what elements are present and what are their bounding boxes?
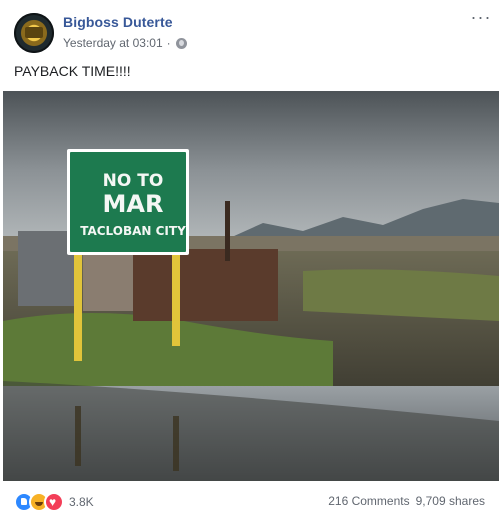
comment-share-counts: 216 Comments 9,709 shares	[328, 494, 485, 508]
reaction-count[interactable]: 3.8K	[69, 495, 94, 509]
comments-count[interactable]: 216 Comments	[328, 494, 409, 508]
post-text: PAYBACK TIME!!!!	[14, 63, 131, 79]
reaction-summary[interactable]: 3.8K	[14, 492, 94, 512]
post-footer: 3.8K 216 Comments 9,709 shares	[0, 481, 499, 517]
facebook-post: Bigboss Duterte Yesterday at 03:01 · ···…	[0, 0, 499, 517]
sign-line-2: MAR	[102, 190, 164, 218]
post-photo[interactable]: NO TO MAR TACLOBAN CITY	[3, 91, 499, 481]
meta-separator: ·	[166, 36, 171, 50]
globe-icon[interactable]	[175, 37, 187, 49]
sign-line-1: NO TO	[102, 171, 164, 191]
more-options-button[interactable]: ···	[469, 8, 493, 28]
author-name[interactable]: Bigboss Duterte	[63, 14, 173, 30]
love-icon	[44, 492, 64, 512]
photo-scene	[3, 91, 499, 481]
author-avatar[interactable]	[14, 13, 54, 53]
post-meta: Yesterday at 03:01 ·	[63, 36, 187, 50]
shares-count[interactable]: 9,709 shares	[416, 494, 485, 508]
sign-line-3: TACLOBAN CITY	[80, 224, 186, 238]
post-timestamp[interactable]: Yesterday at 03:01	[63, 36, 163, 50]
